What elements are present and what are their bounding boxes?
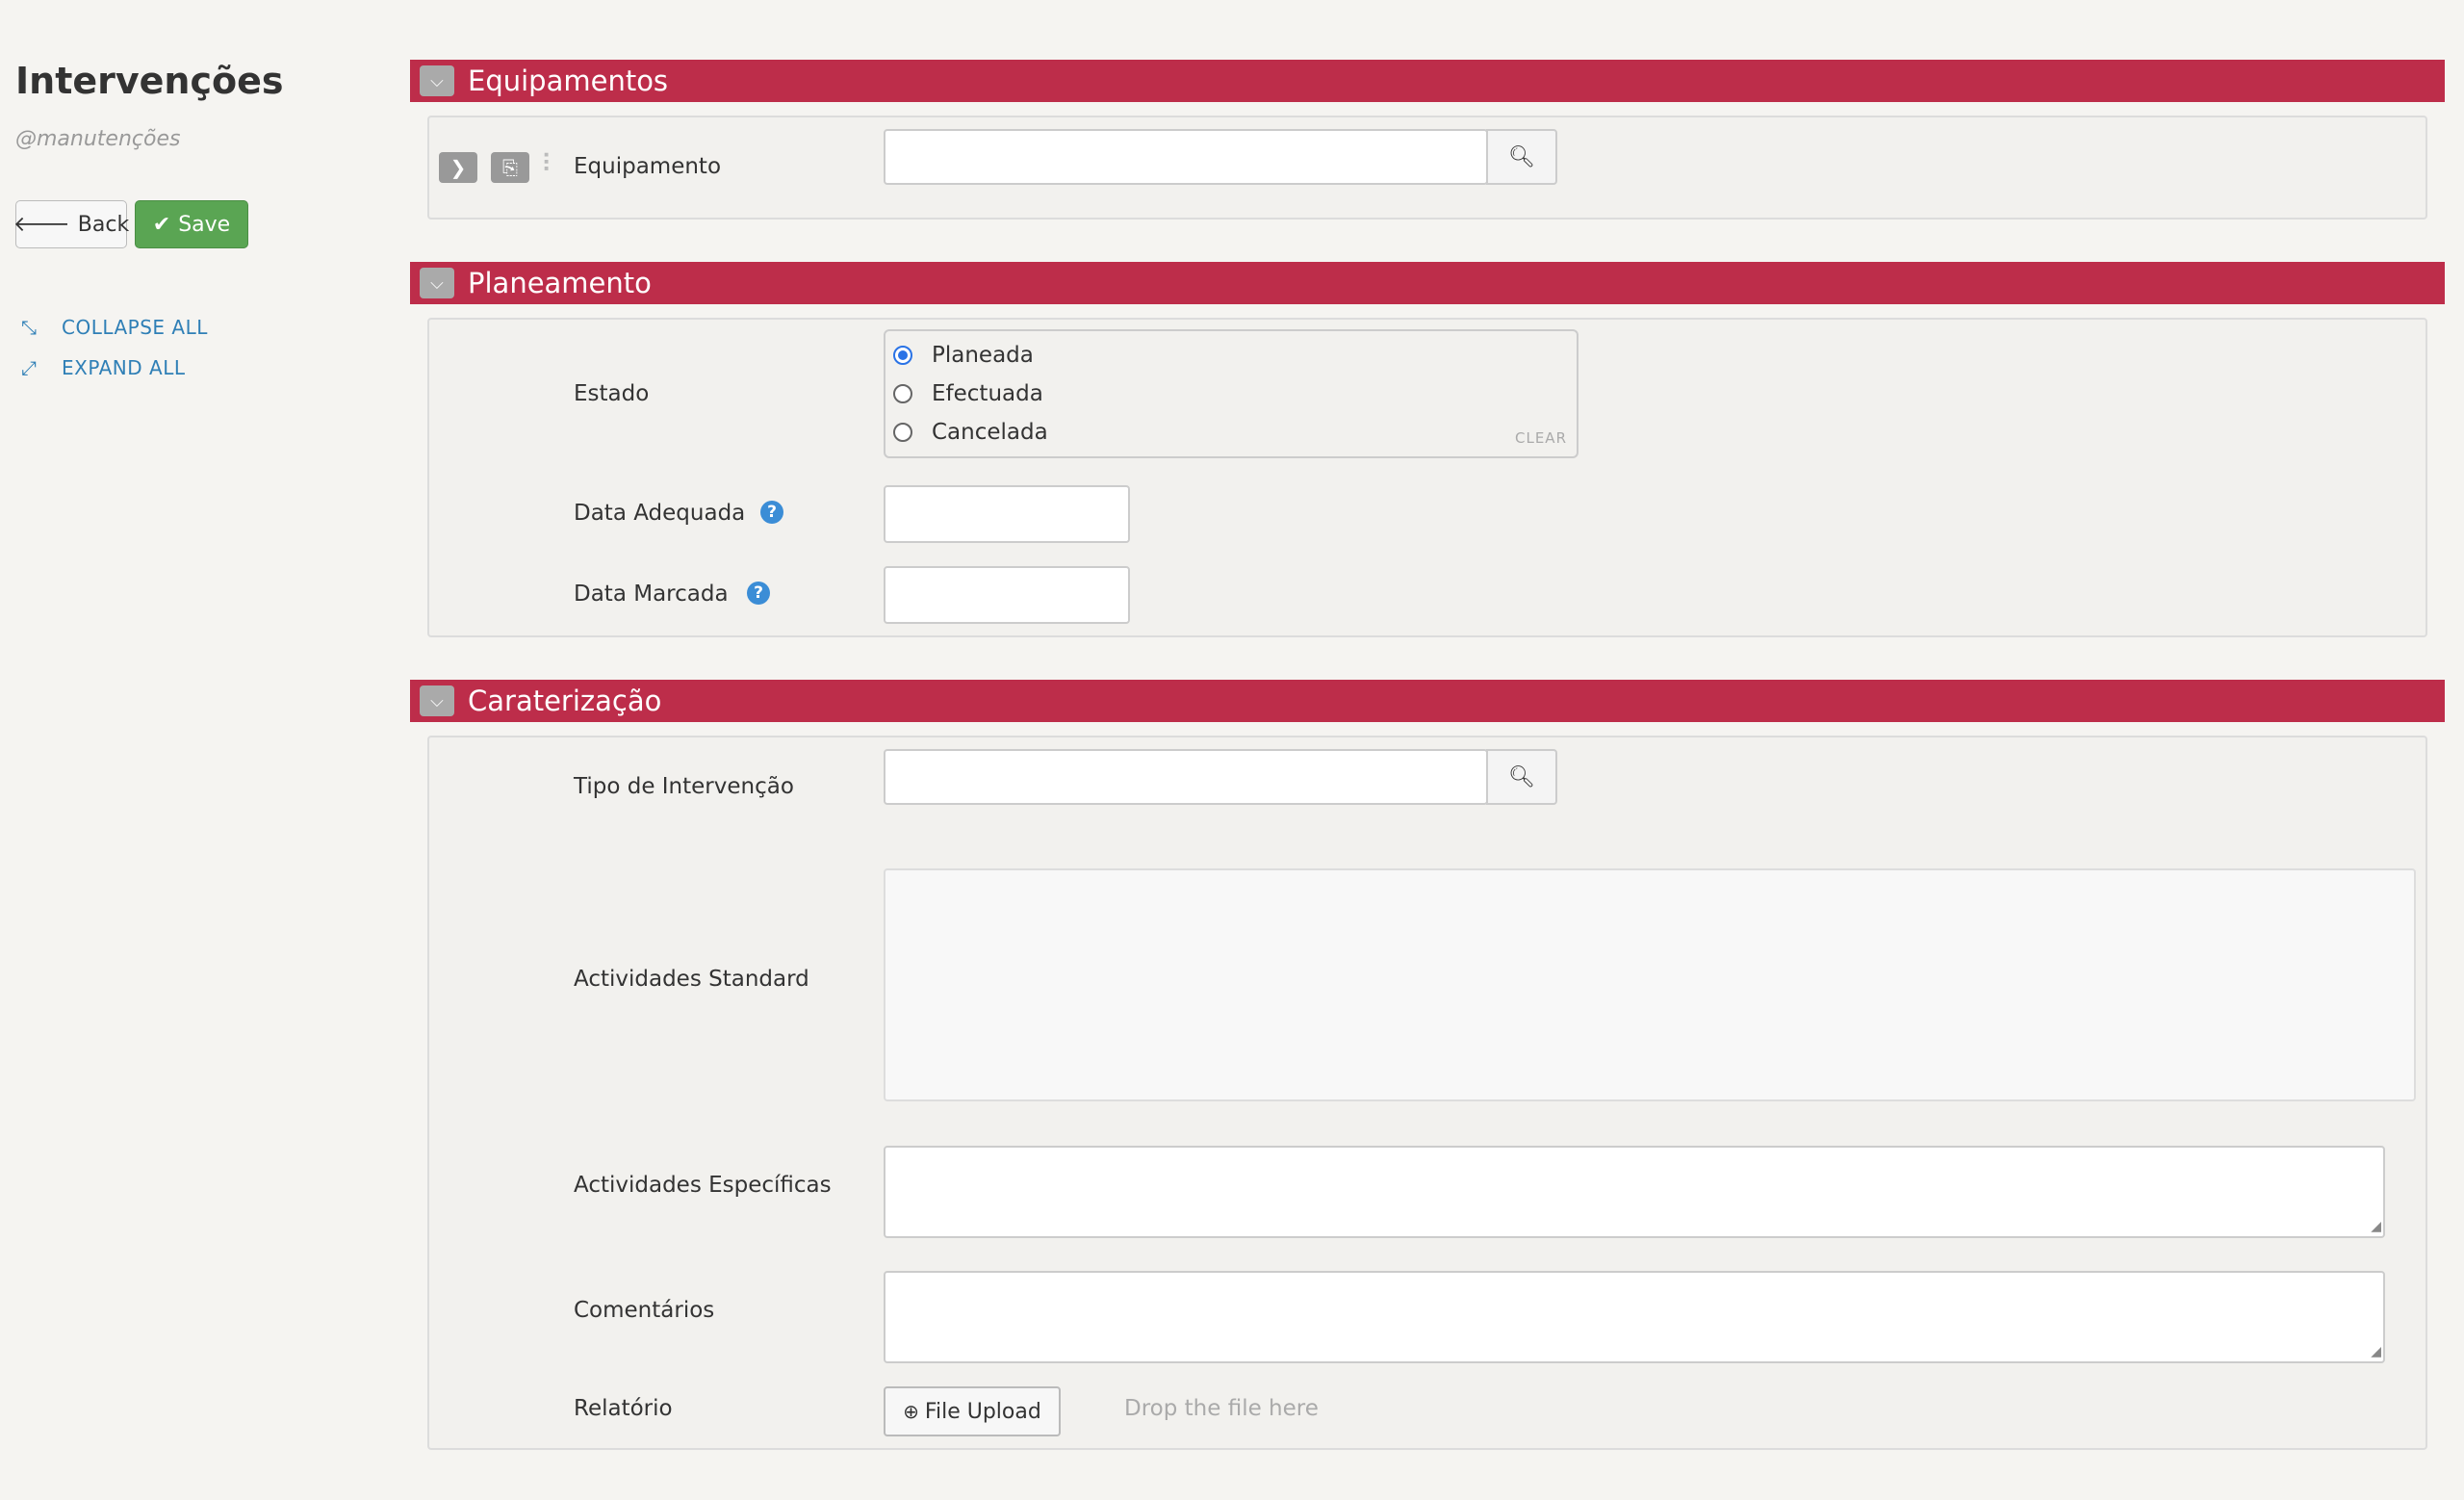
collapse-all-label: COLLAPSE ALL <box>62 316 208 339</box>
search-icon: 🔍︎ <box>1508 144 1535 169</box>
actividades-especificas-textarea[interactable]: ◢ <box>884 1146 2385 1238</box>
tipo-intervencao-label: Tipo de Intervenção <box>574 774 794 799</box>
sidebar: Intervenções @manutenções 🡐 Back ✔ Save … <box>0 0 404 1500</box>
panel-caraterizacao: Tipo de Intervenção 🔍︎ Actividades Stand… <box>427 736 2427 1450</box>
upload-circle-icon: ⊕ <box>903 1400 919 1423</box>
file-drop-zone[interactable]: Drop the file here <box>1124 1396 1319 1421</box>
file-upload-button[interactable]: ⊕ File Upload <box>884 1386 1061 1436</box>
radio-planeada[interactable]: Planeada <box>893 343 1034 368</box>
compress-icon: ⤡ <box>21 316 38 339</box>
check-icon: ✔ <box>152 212 171 237</box>
copy-icon: ⎘ <box>502 156 518 179</box>
tipo-intervencao-input[interactable] <box>884 749 1488 805</box>
section-title-planeamento: Planeamento <box>468 267 652 299</box>
expand-all-link[interactable]: ⤢ EXPAND ALL <box>21 356 186 379</box>
actividades-especificas-label: Actividades Específicas <box>574 1173 832 1198</box>
radio-label: Efectuada <box>932 381 1043 406</box>
radio-button-selected[interactable] <box>893 346 912 365</box>
save-button[interactable]: ✔ Save <box>135 200 248 248</box>
section-title-equipamentos: Equipamentos <box>468 65 669 97</box>
equipamento-label: Equipamento <box>574 154 722 179</box>
resize-handle-icon[interactable]: ◢ <box>2371 1344 2381 1359</box>
estado-label: Estado <box>574 381 650 406</box>
chevron-down-icon[interactable]: ⌵ <box>420 268 454 298</box>
panel-planeamento: Estado Planeada Efectuada Cancelada CLEA… <box>427 318 2427 637</box>
data-adequada-label: Data Adequada <box>574 501 746 526</box>
radio-cancelada[interactable]: Cancelada <box>893 420 1048 445</box>
relatorio-label: Relatório <box>574 1396 673 1421</box>
resize-handle-icon[interactable]: ◢ <box>2371 1219 2381 1234</box>
search-icon: 🔍︎ <box>1508 764 1535 789</box>
tipo-intervencao-search-button[interactable]: 🔍︎ <box>1486 749 1557 805</box>
page-title: Intervenções <box>15 60 284 102</box>
page-subtitle: @manutenções <box>15 127 181 151</box>
equipamento-input[interactable] <box>884 129 1488 185</box>
data-adequada-input[interactable] <box>884 485 1130 543</box>
help-icon[interactable]: ? <box>747 582 770 605</box>
back-label: Back <box>77 212 130 237</box>
collapse-all-link[interactable]: ⤡ COLLAPSE ALL <box>21 316 208 339</box>
drag-handle-icon[interactable]: ⠇ <box>541 150 559 179</box>
radio-button[interactable] <box>893 384 912 403</box>
section-header-equipamentos[interactable]: ⌵ Equipamentos <box>410 60 2445 102</box>
radio-label: Planeada <box>932 343 1034 368</box>
copy-row-button[interactable]: ⎘ <box>491 152 529 183</box>
arrow-left-icon: 🡐 <box>13 213 70 237</box>
data-marcada-label: Data Marcada <box>574 582 729 607</box>
equipamento-search-button[interactable]: 🔍︎ <box>1486 129 1557 185</box>
panel-equipamentos: ❯ ⎘ ⠇ Equipamento 🔍︎ <box>427 116 2427 220</box>
chevron-right-icon: ❯ <box>449 156 467 179</box>
data-marcada-input[interactable] <box>884 566 1130 624</box>
actividades-standard-textarea <box>884 868 2416 1101</box>
expand-all-label: EXPAND ALL <box>62 356 186 379</box>
expand-icon: ⤢ <box>21 356 38 379</box>
chevron-down-icon[interactable]: ⌵ <box>420 685 454 716</box>
help-icon[interactable]: ? <box>760 501 783 524</box>
radio-label: Cancelada <box>932 420 1048 445</box>
section-header-planeamento[interactable]: ⌵ Planeamento <box>410 262 2445 304</box>
radio-button[interactable] <box>893 423 912 442</box>
back-button[interactable]: 🡐 Back <box>13 200 130 248</box>
expand-row-button[interactable]: ❯ <box>439 152 477 183</box>
file-upload-label: File Upload <box>924 1399 1041 1424</box>
section-header-caraterizacao[interactable]: ⌵ Caraterização <box>410 680 2445 722</box>
comentarios-label: Comentários <box>574 1298 715 1323</box>
chevron-down-icon[interactable]: ⌵ <box>420 65 454 96</box>
save-label: Save <box>178 212 231 237</box>
section-title-caraterizacao: Caraterização <box>468 685 662 717</box>
comentarios-textarea[interactable]: ◢ <box>884 1271 2385 1363</box>
clear-radio-link[interactable]: CLEAR <box>1515 429 1567 447</box>
radio-efectuada[interactable]: Efectuada <box>893 381 1043 406</box>
actividades-standard-label: Actividades Standard <box>574 967 809 992</box>
estado-radio-group: Planeada Efectuada Cancelada CLEAR <box>884 329 1578 458</box>
